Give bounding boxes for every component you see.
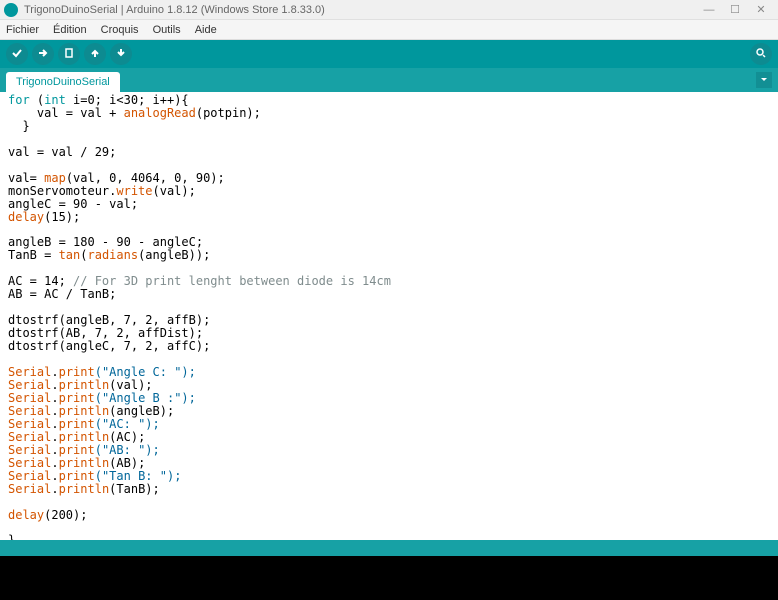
code-token: ( xyxy=(30,93,44,107)
code-token: ("Angle B :"); xyxy=(95,391,196,405)
toolbar xyxy=(0,40,778,68)
arrow-down-icon xyxy=(115,47,127,62)
code-token: println xyxy=(59,404,110,418)
new-file-icon xyxy=(63,47,75,62)
maximize-button[interactable]: ☐ xyxy=(722,1,748,19)
code-token: angleB = 180 - 90 - angleC; xyxy=(8,235,203,249)
chevron-down-icon xyxy=(760,73,768,87)
window-title: TrigonoDuinoSerial | Arduino 1.8.12 (Win… xyxy=(24,4,696,16)
code-token: (potpin); xyxy=(196,106,261,120)
code-token: tan xyxy=(59,248,81,262)
code-token: radians xyxy=(88,248,139,262)
code-token: print xyxy=(59,365,95,379)
code-token: println xyxy=(59,378,110,392)
menu-file[interactable]: Fichier xyxy=(6,24,39,36)
code-token: print xyxy=(59,391,95,405)
code-token: (AC); xyxy=(109,430,145,444)
code-token: AC = 14; xyxy=(8,274,73,288)
code-token: ("AC: "); xyxy=(95,417,160,431)
code-token: (AB); xyxy=(109,456,145,470)
code-token: AB = AC / TanB; xyxy=(8,287,116,301)
arrow-up-icon xyxy=(89,47,101,62)
code-token: map xyxy=(44,171,66,185)
code-token: ( xyxy=(80,248,87,262)
code-token: Serial xyxy=(8,482,51,496)
tab-menu-button[interactable] xyxy=(756,72,772,88)
code-token: println xyxy=(59,456,110,470)
verify-button[interactable] xyxy=(6,43,28,65)
code-token: ("AB: "); xyxy=(95,443,160,457)
code-token: val = val / 29; xyxy=(8,145,116,159)
code-token: print xyxy=(59,417,95,431)
serial-monitor-button[interactable] xyxy=(750,43,772,65)
code-token: dtostrf(AB, 7, 2, affDist); xyxy=(8,326,203,340)
code-token: ("Angle C: "); xyxy=(95,365,196,379)
new-button[interactable] xyxy=(58,43,80,65)
code-token: (val); xyxy=(153,184,196,198)
code-token: println xyxy=(59,430,110,444)
code-token: Serial xyxy=(8,391,51,405)
tab-sketch[interactable]: TrigonoDuinoSerial xyxy=(6,72,120,92)
code-token: (TanB); xyxy=(109,482,160,496)
check-icon xyxy=(11,47,23,62)
code-token: (val); xyxy=(109,378,152,392)
code-token: Serial xyxy=(8,443,51,457)
code-comment: // For 3D print lenght between diode is … xyxy=(73,274,391,288)
code-token: dtostrf(angleC, 7, 2, affC); xyxy=(8,339,210,353)
code-token: print xyxy=(59,469,95,483)
code-token: delay xyxy=(8,210,44,224)
code-token: int xyxy=(44,93,66,107)
code-token: Serial xyxy=(8,456,51,470)
code-token: Serial xyxy=(8,365,51,379)
menu-sketch[interactable]: Croquis xyxy=(101,24,139,36)
console-output[interactable] xyxy=(0,556,778,600)
upload-button[interactable] xyxy=(32,43,54,65)
code-token: print xyxy=(59,443,95,457)
code-token: delay xyxy=(8,508,44,522)
arduino-logo-icon xyxy=(4,3,18,17)
code-token: analogRead xyxy=(124,106,196,120)
code-token: TanB = xyxy=(8,248,59,262)
status-bar xyxy=(0,540,778,556)
code-token: (200); xyxy=(44,508,87,522)
code-token: (angleB)); xyxy=(138,248,210,262)
code-token: for xyxy=(8,93,30,107)
code-token: Serial xyxy=(8,417,51,431)
code-token: angleC = 90 - val; xyxy=(8,197,138,211)
code-token: ("Tan B: "); xyxy=(95,469,182,483)
code-token: (angleB); xyxy=(109,404,174,418)
code-token: write xyxy=(116,184,152,198)
serial-monitor-icon xyxy=(755,47,767,62)
menu-help[interactable]: Aide xyxy=(195,24,217,36)
code-token: } xyxy=(8,119,30,133)
arrow-right-icon xyxy=(37,47,49,62)
code-token: (15); xyxy=(44,210,80,224)
code-token: val = val + xyxy=(8,106,124,120)
code-token: Serial xyxy=(8,404,51,418)
code-token: } xyxy=(8,533,15,540)
code-token: i=0; i<30; i++){ xyxy=(66,93,189,107)
code-token: dtostrf(angleB, 7, 2, affB); xyxy=(8,313,210,327)
code-token: println xyxy=(59,482,110,496)
code-editor[interactable]: for (int i=0; i<30; i++){ val = val + an… xyxy=(0,92,778,540)
code-token: (val, 0, 4064, 0, 90); xyxy=(66,171,225,185)
code-token: Serial xyxy=(8,469,51,483)
code-token: Serial xyxy=(8,378,51,392)
code-token: monServomoteur. xyxy=(8,184,116,198)
open-button[interactable] xyxy=(84,43,106,65)
minimize-button[interactable]: — xyxy=(696,1,722,19)
menu-tools[interactable]: Outils xyxy=(153,24,181,36)
code-token: Serial xyxy=(8,430,51,444)
close-button[interactable]: ✕ xyxy=(748,1,774,19)
tab-bar: TrigonoDuinoSerial xyxy=(0,68,778,92)
save-button[interactable] xyxy=(110,43,132,65)
menu-bar: Fichier Édition Croquis Outils Aide xyxy=(0,20,778,40)
window-titlebar: TrigonoDuinoSerial | Arduino 1.8.12 (Win… xyxy=(0,0,778,20)
code-token: val= xyxy=(8,171,44,185)
menu-edit[interactable]: Édition xyxy=(53,24,87,36)
